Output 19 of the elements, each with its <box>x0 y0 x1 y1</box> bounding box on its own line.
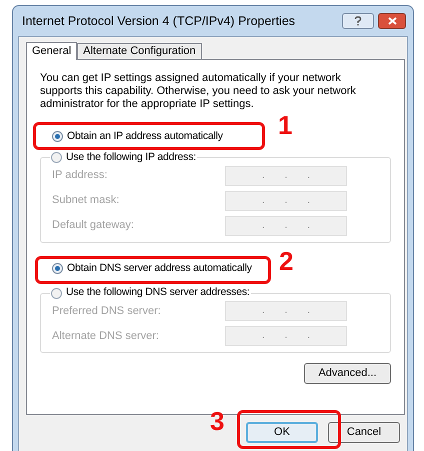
field-label: Preferred DNS server: <box>52 304 161 319</box>
advanced-button[interactable]: Advanced... <box>304 363 391 384</box>
tab[interactable]: General <box>26 42 78 60</box>
close-icon <box>388 17 396 25</box>
step-number: 3 <box>210 408 224 434</box>
field-label: Default gateway: <box>52 218 134 234</box>
window-title: Internet Protocol Version 4 (TCP/IPv4) Properties <box>21 12 296 30</box>
dialog-button[interactable]: OK <box>246 422 318 443</box>
description-text: You can get IP settings assigned automatically if your network supports this capability. Otherwise, you need to ask your network administrator for the appropriate IP settings. <box>40 72 357 111</box>
field-label: IP address: <box>52 168 108 184</box>
dialog-button[interactable]: Cancel <box>328 422 400 443</box>
step-number: 2 <box>279 248 294 274</box>
close-button[interactable] <box>378 13 406 29</box>
tab[interactable]: Alternate Configuration <box>77 43 202 59</box>
help-icon <box>354 16 362 26</box>
help-button[interactable] <box>342 13 374 29</box>
field-label: Alternate DNS server: <box>52 328 159 344</box>
field-label: Subnet mask: <box>52 193 120 208</box>
step-number: 1 <box>278 112 292 138</box>
